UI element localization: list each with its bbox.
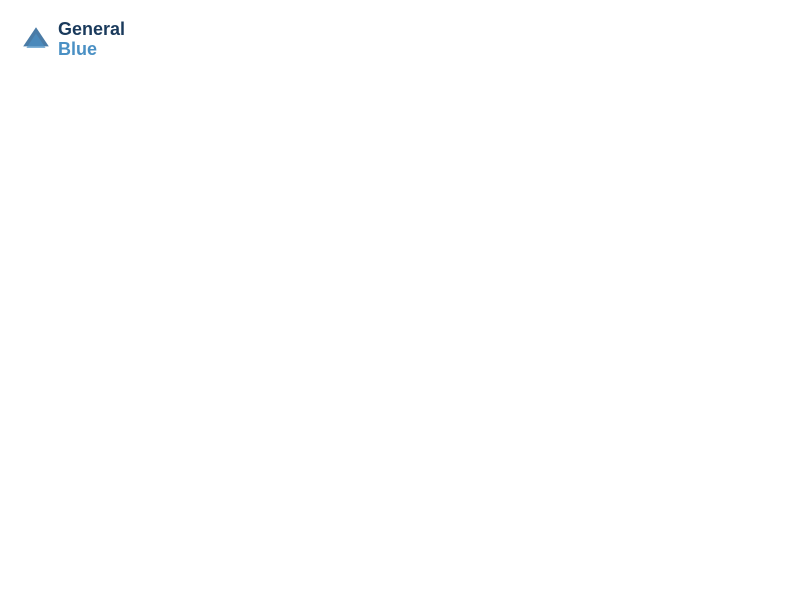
- logo: General Blue: [20, 20, 125, 60]
- logo-text: General Blue: [58, 20, 125, 60]
- page-header: General Blue: [20, 20, 772, 60]
- logo-icon: [20, 24, 52, 56]
